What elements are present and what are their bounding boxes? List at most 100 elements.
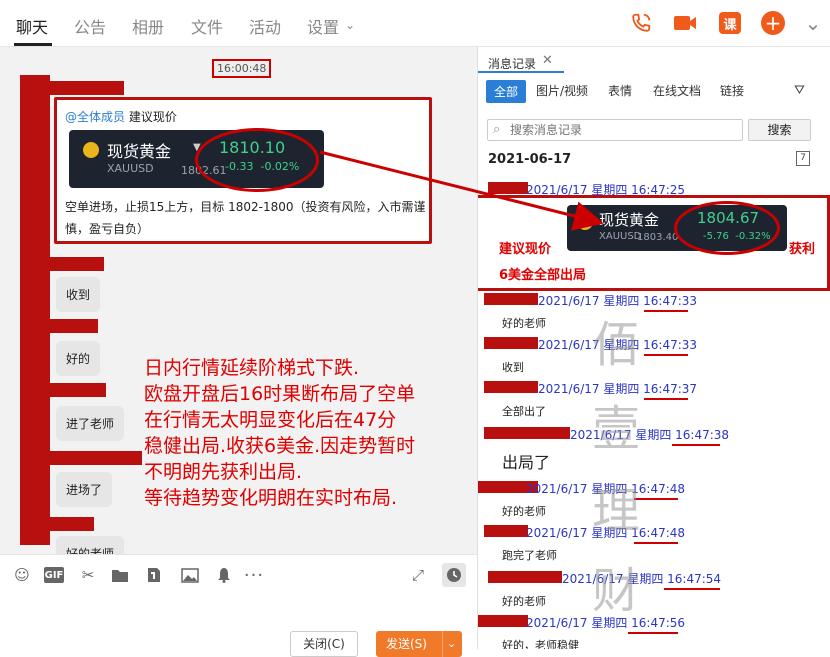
redaction-bar bbox=[484, 525, 528, 537]
tab-album[interactable]: 相册 bbox=[132, 14, 164, 38]
filter-links[interactable]: 链接 bbox=[720, 82, 744, 99]
expand-icon[interactable]: ⤢ bbox=[408, 565, 428, 585]
redaction-bar bbox=[34, 319, 98, 333]
bell-icon[interactable] bbox=[214, 565, 234, 585]
search-input[interactable] bbox=[510, 120, 730, 140]
message-text: 收到 bbox=[502, 361, 524, 374]
filter-all[interactable]: 全部 bbox=[486, 80, 527, 103]
watermark-char: 理 bbox=[591, 483, 640, 539]
quote-prev: 1803.40 bbox=[637, 232, 679, 243]
record-note-right: 获利 bbox=[789, 242, 816, 257]
message-body: 空单进场，止损15上方，目标 1802-1800（投资有风险，入市需谨慎，盈亏自… bbox=[65, 200, 426, 236]
highlight-ellipse bbox=[195, 128, 319, 192]
underline-mark bbox=[644, 398, 688, 400]
gold-coin-icon bbox=[83, 142, 99, 158]
redaction-bar bbox=[488, 182, 528, 194]
plus-icon[interactable]: + bbox=[761, 11, 785, 35]
mention-all[interactable]: @全体成员 bbox=[65, 110, 125, 124]
history-clock-icon[interactable] bbox=[442, 563, 466, 587]
folder-icon[interactable] bbox=[110, 565, 130, 585]
annotation-line: 不明朗先获利出局. bbox=[144, 461, 303, 483]
quote-name: 现货黄金 bbox=[599, 211, 660, 229]
chat-bubble: 好的 bbox=[56, 341, 101, 376]
gold-coin-icon bbox=[577, 214, 593, 230]
tab-activity[interactable]: 活动 bbox=[249, 14, 281, 38]
underline-mark bbox=[672, 444, 720, 446]
chevron-down-icon[interactable]: ⌄ bbox=[345, 18, 355, 32]
message-text: 好的，老师稳健 bbox=[502, 639, 579, 649]
calendar-icon[interactable]: 7 bbox=[796, 151, 810, 166]
gif-icon[interactable]: GIF bbox=[44, 567, 64, 583]
annotation-line: 欧盘开盘后16时果断布局了空单 bbox=[144, 383, 416, 405]
chat-bubble: 好的老师 bbox=[56, 536, 125, 554]
smile-icon[interactable]: ☺ bbox=[12, 565, 32, 585]
annotation-line: 日内行情延续阶梯式下跌. bbox=[144, 357, 360, 379]
redaction-bar bbox=[34, 517, 94, 531]
message-card[interactable]: @全体成员 建议现价 现货黄金 ▼ XAUUSD 1802.61 1810.10… bbox=[54, 97, 432, 244]
quote-code: XAUUSD bbox=[599, 231, 642, 242]
redaction-bar bbox=[488, 571, 562, 583]
send-button[interactable]: 发送(S) ⌄ bbox=[376, 631, 462, 657]
annotation-line: 稳健出局.收获6美金.因走势暂时 bbox=[144, 435, 416, 457]
course-icon[interactable]: 课 bbox=[719, 12, 741, 34]
record-note-left: 建议现价 bbox=[499, 242, 552, 257]
chevron-down-icon[interactable]: ⌄ bbox=[800, 10, 826, 36]
date-header: 2021-06-17 bbox=[488, 152, 572, 167]
message-text: 出局了 bbox=[502, 453, 551, 472]
filter-emoji[interactable]: 表情 bbox=[608, 82, 632, 99]
filter-media[interactable]: 图片/视频 bbox=[536, 82, 588, 99]
underline-mark bbox=[628, 632, 678, 634]
tab-announcement[interactable]: 公告 bbox=[74, 14, 106, 38]
image-icon[interactable] bbox=[180, 565, 200, 585]
file-icon[interactable] bbox=[144, 565, 164, 585]
chevron-down-icon[interactable]: ⌄ bbox=[447, 631, 456, 657]
filter-docs[interactable]: 在线文档 bbox=[653, 82, 701, 99]
filter-icon[interactable]: ⛛ bbox=[794, 83, 805, 98]
redaction-bar bbox=[34, 81, 124, 95]
message-timestamp: 16:00:48 bbox=[212, 59, 272, 78]
tab-files[interactable]: 文件 bbox=[191, 14, 223, 38]
tab-settings[interactable]: 设置 bbox=[307, 14, 339, 38]
quote-code: XAUUSD bbox=[107, 162, 154, 175]
search-field[interactable]: ⌕ bbox=[487, 119, 743, 141]
video-icon[interactable] bbox=[672, 10, 698, 36]
highlight-ellipse bbox=[674, 201, 780, 255]
redaction-bar bbox=[34, 257, 104, 271]
more-icon[interactable]: ··· bbox=[244, 565, 264, 586]
quote-name: 现货黄金 bbox=[107, 142, 172, 161]
top-nav: 聊天 公告 相册 文件 活动 设置 ⌄ 课 + ⌄ bbox=[0, 0, 830, 47]
record-highlight-box: 现货黄金 XAUUSD 1803.40 1804.67 -5.76 -0.32%… bbox=[478, 195, 830, 291]
redaction-bar bbox=[484, 427, 570, 439]
underline-mark bbox=[664, 588, 720, 590]
search-button[interactable]: 搜索 bbox=[748, 119, 811, 141]
message-text: 跑完了老师 bbox=[502, 549, 557, 562]
tab-chat[interactable]: 聊天 bbox=[16, 14, 48, 38]
redaction-bar bbox=[20, 75, 50, 545]
redaction-bar bbox=[484, 337, 538, 349]
message-text: 好的老师 bbox=[502, 595, 546, 608]
panel-tab-underline bbox=[478, 71, 564, 73]
message-text: 好的老师 bbox=[502, 317, 546, 330]
annotation-line: 等待趋势变化明朗在实时布局. bbox=[144, 487, 398, 509]
redaction-bar bbox=[478, 615, 528, 627]
divider bbox=[442, 631, 443, 657]
message-text: 好的老师 bbox=[502, 505, 546, 518]
close-button[interactable]: 关闭(C) bbox=[290, 631, 358, 657]
chat-bubble: 进场了 bbox=[56, 472, 113, 507]
close-icon[interactable]: ✕ bbox=[542, 53, 553, 68]
composer: ☺ GIF ✂ ··· ⤢ 关闭(C) 发送(S) ⌄ bbox=[0, 554, 477, 657]
watermark-char: 壹 bbox=[591, 401, 640, 457]
mention-line: @全体成员 建议现价 bbox=[65, 108, 177, 125]
search-icon: ⌕ bbox=[493, 122, 501, 137]
phone-icon[interactable] bbox=[628, 10, 654, 36]
mention-text: 建议现价 bbox=[125, 110, 177, 124]
message-text: 全部出了 bbox=[502, 405, 546, 418]
redaction-bar bbox=[34, 451, 142, 465]
redaction-bar bbox=[484, 381, 538, 393]
history-panel: 消息记录 ✕ 全部 图片/视频 表情 在线文档 链接 ⛛ ⌕ 搜索 2021-0… bbox=[477, 47, 830, 649]
annotation-text: 日内行情延续阶梯式下跌. 欧盘开盘后16时果断布局了空单 在行情无太明显变化后在… bbox=[144, 355, 477, 511]
chat-bubble: 进了老师 bbox=[56, 406, 125, 441]
scissors-icon[interactable]: ✂ bbox=[78, 565, 98, 585]
redaction-bar bbox=[34, 383, 106, 397]
watermark-char: 财 bbox=[591, 563, 640, 619]
